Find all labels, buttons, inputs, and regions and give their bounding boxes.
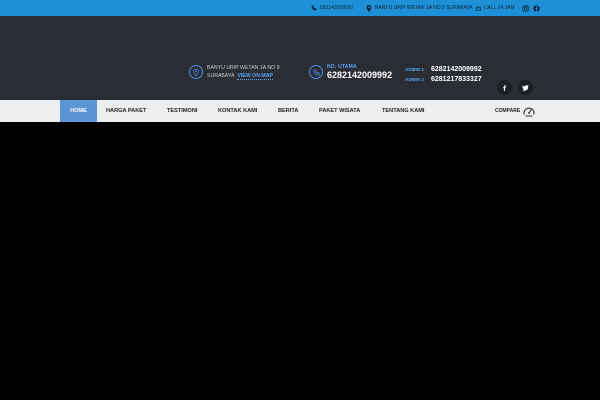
topbar-phone-text: 082142009992 [320,5,354,11]
facebook-icon [503,84,506,91]
view-on-map-link[interactable]: VIEW ON MAP [237,73,273,80]
location-icon [189,65,203,79]
admin-row-1: ADMIN 1 6282142009992 [405,64,482,74]
site-header: BANYU URIP WETAN 1A NO 9 SURABAYA VIEW ON… [0,16,600,100]
nav-testimoni[interactable]: TESTIMONI [167,100,197,122]
admin-1-number[interactable]: 6282142009992 [431,66,482,73]
nav-berita[interactable]: BERITA [278,100,298,122]
admin-2-label: ADMIN 2 [405,76,424,82]
address-line-1: BANYU URIP WETAN 1A NO 9 [207,65,280,71]
header-address: BANYU URIP WETAN 1A NO 9 SURABAYA VIEW ON… [207,64,279,80]
twitter-icon [522,84,529,91]
nav-home[interactable]: HOME [60,100,97,122]
header-address-block: BANYU URIP WETAN 1A NO 9 SURABAYA VIEW ON… [189,64,279,80]
top-bar: 082142009992 BANYU URIP WETAN 1A NO 9 SU… [0,0,600,16]
facebook-icon[interactable] [531,3,541,13]
admin-row-2: ADMIN 2 6281217833327 [405,74,482,84]
nav-harga-paket[interactable]: HARGA PAKET [106,100,146,122]
nav-kontak-kami[interactable]: KONTAK KAMI [218,100,257,122]
nav-paket-wisata[interactable]: PAKET WISATA [319,100,360,122]
address-line-2: SURABAYA [207,73,235,79]
calendar-icon [476,6,481,11]
admin-1-label: ADMIN 1 [405,66,424,72]
phone-icon [309,65,323,79]
header-phone-block: NO. UTAMA 6282142009992 [309,64,392,80]
admin-contacts: ADMIN 1 6282142009992 ADMIN 2 6281217833… [405,64,482,84]
map-pin-icon [366,4,372,12]
instagram-icon[interactable] [520,3,530,13]
topbar-address-text: BANYU URIP WETAN 1A NO 9 SURABAYA [375,5,473,11]
phone-icon [311,5,317,11]
main-nav: HOME HARGA PAKET TESTIMONI KONTAK KAMI B… [0,100,600,122]
twitter-button[interactable] [518,80,533,95]
speedometer-icon [523,107,535,116]
header-phone: NO. UTAMA 6282142009992 [327,64,392,80]
nav-tentang-kami[interactable]: TENTANG KAMI [382,100,424,122]
topbar-phone[interactable]: 082142009992 [311,0,353,16]
compare-label: COMPARE [495,108,521,114]
admin-2-number[interactable]: 6281217833327 [431,76,482,83]
topbar-call: CALL 24 JAM [476,0,515,16]
compare-button[interactable]: COMPARE [495,100,535,122]
hero-area [0,122,600,400]
topbar-address[interactable]: BANYU URIP WETAN 1A NO 9 SURABAYA [366,0,473,16]
facebook-button[interactable] [497,80,512,95]
topbar-call-text: CALL 24 JAM [484,5,515,11]
phone-number[interactable]: 6282142009992 [327,70,392,80]
